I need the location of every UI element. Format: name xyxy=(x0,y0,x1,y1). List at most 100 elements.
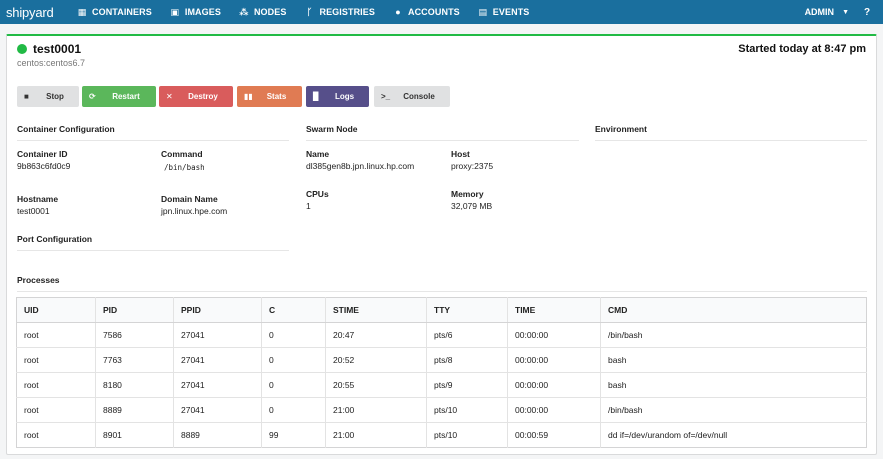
host-value: proxy:2375 xyxy=(451,161,494,171)
processes-table: UID PID PPID C STIME TTY TIME CMD root 7… xyxy=(16,297,867,448)
cell-tty: pts/10 xyxy=(426,397,508,423)
memory-value: 32,079 MB xyxy=(451,201,493,211)
close-icon: ✕ xyxy=(166,92,173,101)
top-navbar: shipyard ▦ CONTAINERS ▣ IMAGES ⁂ NODES ᚴ… xyxy=(0,0,883,24)
col-uid: UID xyxy=(16,297,96,323)
col-pid: PID xyxy=(95,297,174,323)
cell-time: 00:00:00 xyxy=(507,397,601,423)
node-name-label: Name xyxy=(306,149,330,159)
cell-cmd: /bin/bash xyxy=(600,397,867,423)
col-tty: TTY xyxy=(426,297,508,323)
container-config-title: Container Configuration xyxy=(17,124,289,141)
container-name: test0001 xyxy=(33,42,82,56)
cell-c: 0 xyxy=(261,372,326,398)
table-row: root 8889 27041 0 21:00 pts/10 00:00:00 … xyxy=(16,397,867,423)
swarm-node-title: Swarm Node xyxy=(306,124,579,141)
cell-cmd: dd if=/dev/urandom of=/dev/null xyxy=(600,422,867,448)
user-icon: ● xyxy=(395,7,401,17)
cell-ppid: 27041 xyxy=(173,347,262,373)
domain-value: jpn.linux.hpe.com xyxy=(161,206,228,216)
domain-label: Domain Name xyxy=(161,194,218,204)
nav-accounts[interactable]: ● ACCOUNTS xyxy=(384,0,469,24)
caret-down-icon: ▼ xyxy=(842,8,849,16)
cell-tty: pts/6 xyxy=(426,322,508,348)
restart-button[interactable]: ⟳ Restart xyxy=(82,86,156,107)
container-image: centos:centos6.7 xyxy=(17,58,86,68)
cpus-label: CPUs xyxy=(306,189,329,199)
nav-events[interactable]: ▤ EVENTS xyxy=(469,0,539,24)
stop-button[interactable]: ■ Stop xyxy=(17,86,79,107)
admin-menu[interactable]: ADMIN ▼ xyxy=(797,0,857,24)
container-panel: test0001 centos:centos6.7 Started today … xyxy=(6,34,877,455)
file-icon: ▉ xyxy=(313,92,320,101)
console-button[interactable]: >_ Console xyxy=(374,86,450,107)
col-ppid: PPID xyxy=(173,297,262,323)
port-config-title: Port Configuration xyxy=(17,234,289,251)
destroy-button[interactable]: ✕ Destroy xyxy=(159,86,233,107)
nav-registries[interactable]: ᚴ REGISTRIES xyxy=(295,0,384,24)
nav-right: ADMIN ▼ ? xyxy=(797,0,883,24)
cell-pid: 8180 xyxy=(95,372,174,398)
cell-uid: root xyxy=(16,322,96,348)
command-value: /bin/bash xyxy=(164,163,205,172)
cell-c: 0 xyxy=(261,322,326,348)
nav-containers-label: CONTAINERS xyxy=(92,7,152,17)
col-c: C xyxy=(261,297,326,323)
help-icon[interactable]: ? xyxy=(857,0,877,24)
bar-chart-icon: ▮▮ xyxy=(244,92,253,101)
table-row: root 7586 27041 0 20:47 pts/6 00:00:00 /… xyxy=(16,322,867,348)
nodes-icon: ⁂ xyxy=(239,6,249,17)
cell-uid: root xyxy=(24,430,39,440)
cell-pid: 8889 xyxy=(95,397,174,423)
cell-tty: pts/10 xyxy=(426,422,508,448)
cell-ppid: 8889 xyxy=(173,422,262,448)
container-id-value: 9b863c6fd0c9 xyxy=(17,161,71,171)
cell-cmd: bash xyxy=(600,347,867,373)
table-row: root 8901 8889 99 21:00 pts/10 00:00:59 … xyxy=(17,422,867,448)
table-header-row: UID PID PPID C STIME TTY TIME CMD xyxy=(16,297,867,323)
nav-images[interactable]: ▣ IMAGES xyxy=(161,0,230,24)
hostname-label: Hostname xyxy=(17,194,59,204)
command-label: Command xyxy=(161,149,203,159)
cell-ppid: 27041 xyxy=(173,397,262,423)
nav-events-label: EVENTS xyxy=(492,7,530,17)
nav-nodes-label: NODES xyxy=(253,7,287,17)
images-icon: ▣ xyxy=(170,6,180,17)
stop-icon: ■ xyxy=(24,92,29,101)
cell-ppid: 27041 xyxy=(173,322,262,348)
cell-time: 00:00:00 xyxy=(507,322,601,348)
nav-nodes[interactable]: ⁂ NODES xyxy=(230,0,296,24)
logs-button[interactable]: ▉ Logs xyxy=(306,86,369,107)
cell-stime: 21:00 xyxy=(325,422,427,448)
registries-icon: ᚴ xyxy=(306,7,313,17)
cell-uid: root xyxy=(16,347,96,373)
cell-time: 00:00:00 xyxy=(507,372,601,398)
cell-stime: 20:47 xyxy=(325,322,427,348)
cell-time: 00:00:59 xyxy=(507,422,601,448)
host-label: Host xyxy=(451,149,470,159)
cell-stime: 20:55 xyxy=(325,372,427,398)
col-cmd: CMD xyxy=(600,297,867,323)
cell-ppid: 27041 xyxy=(173,372,262,398)
cell-uid: root xyxy=(16,397,96,423)
col-stime: STIME xyxy=(325,297,427,323)
cell-stime: 21:00 xyxy=(325,397,427,423)
cell-pid: 7586 xyxy=(95,322,174,348)
brand-logo[interactable]: shipyard xyxy=(0,0,68,24)
nav-images-label: IMAGES xyxy=(184,7,221,17)
nav-containers[interactable]: ▦ CONTAINERS xyxy=(68,0,161,24)
col-time: TIME xyxy=(507,297,601,323)
refresh-icon: ⟳ xyxy=(89,92,96,101)
cell-pid: 8901 xyxy=(95,422,174,448)
cell-stime: 20:52 xyxy=(325,347,427,373)
environment-title: Environment xyxy=(595,124,867,141)
hostname-value: test0001 xyxy=(17,206,50,216)
cell-tty: pts/9 xyxy=(426,372,508,398)
cell-time: 00:00:00 xyxy=(507,347,601,373)
cell-c: 0 xyxy=(261,397,326,423)
stats-button[interactable]: ▮▮ Stats xyxy=(237,86,302,107)
cell-pid: 7763 xyxy=(95,347,174,373)
started-time: Started today at 8:47 pm xyxy=(738,43,866,55)
cell-c: 99 xyxy=(261,422,326,448)
cell-c: 0 xyxy=(261,347,326,373)
